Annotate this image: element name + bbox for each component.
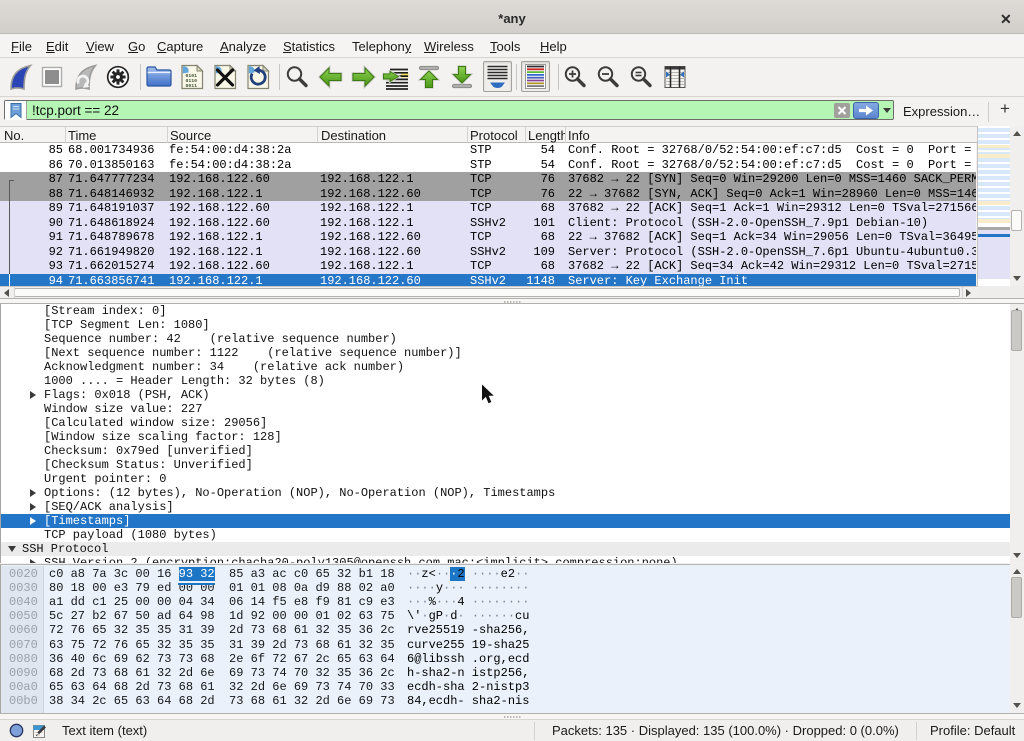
- svg-text:0011: 0011: [186, 83, 198, 89]
